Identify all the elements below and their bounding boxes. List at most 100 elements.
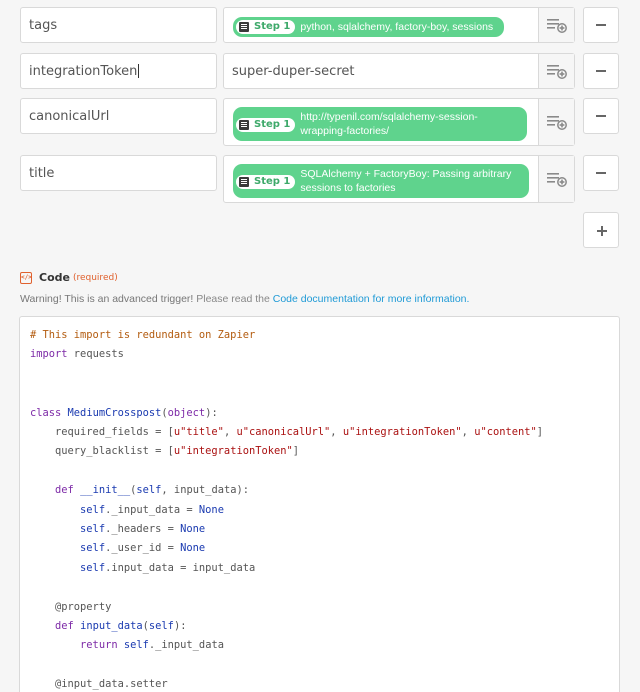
insert-field-button[interactable] [538, 156, 574, 202]
code-token: None [198, 503, 224, 516]
code-token: ._input_data [148, 639, 224, 652]
required-marker: (required) [72, 272, 118, 283]
code-token: ._user_id = [105, 542, 181, 555]
code-token: self [80, 523, 106, 535]
warning-bold: Warning! This is an advanced trigger! [20, 293, 194, 305]
code-token: ._headers = [105, 523, 181, 535]
field-key-integrationtoken[interactable]: integrationToken [20, 53, 217, 89]
text-cursor [138, 64, 140, 78]
insert-field-button[interactable] [538, 99, 574, 145]
insert-field-button[interactable] [538, 8, 574, 42]
code-docs-link[interactable]: Code documentation for more information. [273, 293, 470, 305]
step-icon [239, 22, 249, 32]
code-line: def __init__(self, input_data): [30, 484, 249, 496]
code-editor[interactable]: # This import is redundant on Zapier impo… [19, 316, 620, 692]
insert-field-icon [546, 173, 567, 187]
code-token: self [136, 484, 162, 497]
code-line: self._user_id = None [30, 542, 205, 554]
code-token: required_fields = [ [30, 426, 174, 438]
add-row-button[interactable] [583, 212, 619, 248]
code-line: @input_data.setter [30, 678, 168, 690]
code-token: u"integrationToken" [173, 445, 293, 458]
step-pill[interactable]: Step 1 http://typenil.com/sqlalchemy-ses… [233, 107, 527, 141]
code-token: self [148, 620, 174, 632]
code-token: ): [205, 406, 218, 419]
field-value-canonicalurl[interactable]: Step 1 http://typenil.com/sqlalchemy-ses… [223, 98, 575, 146]
remove-row-button[interactable] [583, 7, 619, 43]
field-key-text: tags [29, 17, 58, 33]
code-token: u"integrationToken" [342, 426, 462, 438]
insert-field-icon [546, 19, 567, 33]
field-key-title[interactable]: title [20, 155, 217, 191]
field-key-text: title [29, 165, 55, 181]
field-key-text: canonicalUrl [29, 108, 110, 124]
code-line: self._input_data = None [30, 504, 224, 516]
pill-text: http://typenil.com/sqlalchemy-session-wr… [300, 111, 478, 137]
code-token: requests [67, 348, 124, 361]
code-token: class [30, 406, 62, 419]
code-token: def [55, 620, 74, 632]
remove-row-button[interactable] [583, 155, 619, 191]
field-key-canonicalurl[interactable]: canonicalUrl [20, 98, 217, 134]
step-pill[interactable]: Step 1 SQLAlchemy + FactoryBoy: Passing … [233, 164, 529, 198]
code-token: @property [30, 600, 112, 613]
step-label: Step 1 [254, 176, 291, 187]
code-line: return self._input_data [30, 639, 224, 651]
code-token: MediumCrosspost [67, 406, 162, 419]
code-token: object [167, 406, 206, 419]
step-badge: Step 1 [236, 20, 296, 34]
insert-field-icon [546, 65, 567, 79]
code-field-label: </> Code (required) [20, 271, 118, 284]
field-value-text: super-duper-secret [232, 64, 355, 79]
code-line: @property [30, 601, 111, 613]
code-line: class MediumCrosspost(object): [30, 407, 218, 419]
code-token: ] [292, 445, 300, 458]
field-value-title[interactable]: Step 1 SQLAlchemy + FactoryBoy: Passing … [223, 155, 575, 203]
minus-icon [596, 172, 606, 174]
step-label: Step 1 [254, 21, 291, 32]
step-icon [239, 120, 249, 130]
minus-icon [596, 115, 606, 117]
code-warning: Warning! This is an advanced trigger! Pl… [20, 293, 469, 305]
pill-text: SQLAlchemy + FactoryBoy: Passing arbitra… [300, 168, 512, 194]
field-key-text: integrationToken [29, 63, 138, 79]
code-token: , [330, 426, 343, 438]
code-token: u"content" [474, 426, 537, 438]
code-token: return [80, 639, 118, 652]
code-token: , input_data): [161, 484, 250, 497]
minus-icon [596, 70, 606, 72]
code-line: required_fields = [u"title", u"canonical… [30, 426, 543, 438]
code-token: ._input_data = [105, 503, 199, 516]
code-token: None [180, 542, 206, 555]
step-pill[interactable]: Step 1 python, sqlalchemy, factory-boy, … [233, 17, 504, 37]
code-title: Code [39, 271, 70, 284]
code-line: query_blacklist = [u"integrationToken"] [30, 445, 299, 457]
code-token: import [30, 348, 68, 361]
code-token: @input_data.setter [30, 678, 168, 691]
code-token: query_blacklist = [ [30, 445, 174, 458]
code-token: .input_data = input_data [105, 561, 256, 574]
code-token: def [55, 484, 74, 497]
code-token: self [80, 561, 106, 574]
step-badge: Step 1 [236, 175, 296, 189]
remove-row-button[interactable] [583, 53, 619, 89]
code-line: # This import is redundant on Zapier [30, 329, 255, 341]
code-line: self.input_data = input_data [30, 562, 255, 574]
code-token: # This import is redundant on Zapier [30, 329, 256, 341]
field-key-tags[interactable]: tags [20, 7, 217, 43]
insert-field-button[interactable] [538, 54, 574, 88]
code-line: self._headers = None [30, 523, 205, 535]
remove-row-button[interactable] [583, 98, 619, 134]
code-token: None [180, 523, 206, 535]
code-token: ): [173, 620, 187, 632]
field-value-tags[interactable]: Step 1 python, sqlalchemy, factory-boy, … [223, 7, 575, 43]
code-token: u"canonicalUrl" [236, 426, 331, 438]
code-token: __init__ [80, 484, 131, 497]
field-value-integrationtoken[interactable]: super-duper-secret [223, 53, 575, 89]
code-token: self [123, 639, 149, 652]
